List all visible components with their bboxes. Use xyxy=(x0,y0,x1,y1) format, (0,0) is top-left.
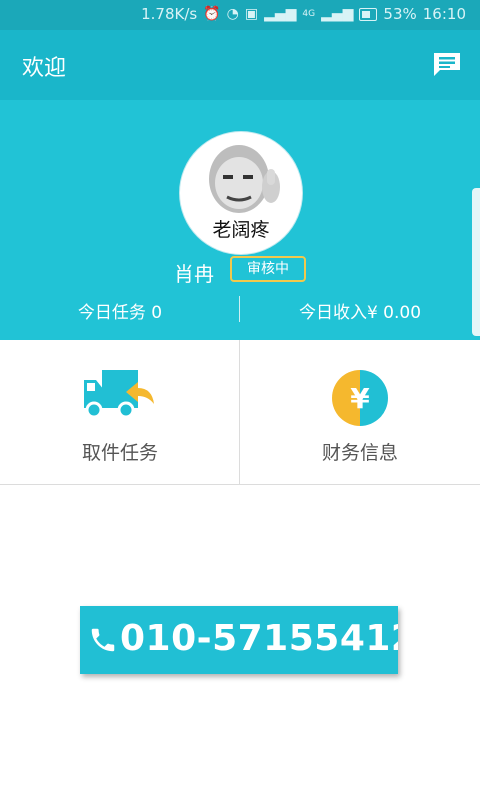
user-name: 肖冉 xyxy=(174,262,214,286)
clock: 16:10 xyxy=(422,5,466,23)
today-tasks: 今日任务 0 xyxy=(77,303,163,323)
avatar[interactable]: 老阔疼 xyxy=(180,132,302,254)
finance-info-button[interactable]: ¥ 财务信息 xyxy=(240,340,480,484)
battery-icon xyxy=(359,7,378,21)
status-bar: 1.78K/s ⏰ ◔ ▣ ▂▄▆ 4G ▂▄▆ 53% 16:10 xyxy=(0,0,480,30)
battery-level: 53% xyxy=(383,5,417,23)
finance-coin-icon: ¥ xyxy=(332,370,388,426)
contact-phone-button[interactable]: 010-57155412 xyxy=(80,606,398,674)
wifi-icon: ◔ xyxy=(226,6,239,22)
menu-grid: 取件任务 ¥ 财务信息 xyxy=(0,340,480,485)
profile-section: 老阔疼 肖冉 审核中 今日任务 0 今日收入¥ 0.00 xyxy=(0,100,480,340)
page-title: 欢迎 xyxy=(22,56,67,81)
sim-icon: ▣ xyxy=(244,6,259,22)
pickup-task-button[interactable]: 取件任务 xyxy=(0,340,240,484)
delivery-truck-icon xyxy=(84,370,154,419)
stats-row: 今日任务 0 今日收入¥ 0.00 xyxy=(0,296,480,324)
net-speed: 1.78K/s xyxy=(141,5,198,23)
finance-info-label: 财务信息 xyxy=(321,442,398,464)
signal-icon: ▂▄▆ xyxy=(264,6,297,22)
phone-number: 010-57155412 xyxy=(120,618,398,659)
message-icon[interactable] xyxy=(432,51,462,77)
pickup-task-label: 取件任务 xyxy=(81,442,158,464)
network-type: 4G xyxy=(302,9,316,19)
phone-icon xyxy=(91,628,115,652)
status-bar-right: 1.78K/s ⏰ ◔ ▣ ▂▄▆ 4G ▂▄▆ 53% 16:10 xyxy=(141,5,466,23)
app-bar: 欢迎 xyxy=(0,30,480,100)
signal-icon-2: ▂▄▆ xyxy=(321,6,354,22)
alarm-icon: ⏰ xyxy=(203,6,221,22)
avatar-caption: 老阔疼 xyxy=(212,219,270,241)
scroll-indicator[interactable] xyxy=(472,188,480,336)
status-badge: 审核中 xyxy=(230,256,306,282)
name-row: 肖冉 审核中 xyxy=(0,256,480,288)
yuan-symbol: ¥ xyxy=(350,382,370,415)
today-income: 今日收入¥ 0.00 xyxy=(298,303,422,323)
